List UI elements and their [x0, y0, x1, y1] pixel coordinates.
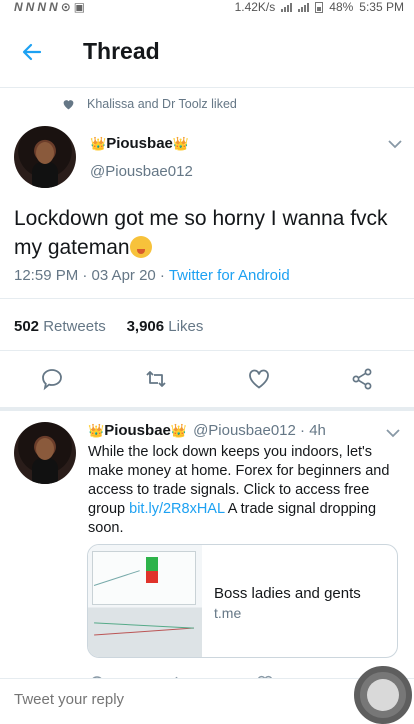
avatar[interactable]	[14, 422, 76, 484]
crown-emoji: 👑	[88, 422, 105, 438]
card-title: Boss ladies and gents	[214, 585, 361, 602]
assistive-touch-button[interactable]	[354, 666, 412, 724]
social-context[interactable]: Khalissa and Dr Toolz liked	[62, 97, 237, 111]
display-name: Piousbae	[104, 422, 171, 439]
reply-author-row[interactable]: 👑 Piousbae 👑 @Piousbae012 · 4h	[88, 422, 326, 439]
card-thumbnail	[88, 545, 202, 657]
author-handle[interactable]: @Piousbae012	[90, 163, 193, 180]
retweet-icon[interactable]	[144, 367, 168, 391]
emoji-icon	[129, 236, 152, 258]
network-icon: N	[25, 0, 35, 14]
reply-link[interactable]: bit.ly/2R8xHAL	[129, 501, 224, 517]
tweet-meta: 12:59 PM · 03 Apr 20 · Twitter for Andro…	[14, 267, 290, 284]
heart-icon	[63, 100, 74, 110]
reply-composer	[0, 678, 414, 720]
battery-icon	[315, 1, 324, 13]
crown-emoji: 👑	[90, 135, 107, 151]
reply-icon[interactable]	[40, 367, 64, 391]
network-icon: N	[37, 0, 47, 14]
network-speed: 1.42K/s	[234, 0, 276, 14]
clock: 5:35 PM	[359, 0, 404, 14]
handle-time: @Piousbae012 · 4h	[193, 422, 326, 439]
app-bar: Thread	[0, 14, 414, 88]
back-arrow-icon[interactable]	[20, 40, 44, 64]
tweet-actions	[0, 367, 414, 391]
network-indicators: N N N N ⊙ ▣	[14, 0, 85, 14]
battery-level: 48%	[329, 0, 354, 14]
divider	[0, 407, 414, 411]
signal-icon	[298, 2, 310, 12]
chart-screen-image	[92, 551, 196, 605]
avatar[interactable]	[14, 126, 76, 188]
gallery-icon: ▣	[73, 0, 86, 14]
status-bar: N N N N ⊙ ▣ 1.42K/s 48% 5:35 PM	[0, 0, 414, 14]
share-icon[interactable]	[350, 367, 374, 391]
chart-line	[94, 627, 194, 636]
divider	[0, 298, 414, 299]
chart-green-bar	[146, 557, 158, 571]
signal-icon	[281, 2, 293, 12]
author-name[interactable]: 👑 Piousbae 👑	[90, 135, 189, 152]
wifi-icon: ⊙	[60, 0, 71, 14]
reply-tweet-text: While the lock down keeps you indoors, l…	[88, 443, 394, 538]
chart-line	[94, 622, 194, 629]
crown-emoji: 👑	[172, 135, 190, 151]
tweet-text: Lockdown got me so horny I wanna fvck my…	[14, 204, 404, 262]
network-icon: N	[14, 0, 23, 14]
tweet-timestamp: 12:59 PM · 03 Apr 20 ·	[14, 267, 169, 284]
tweet-stats: 502 Retweets 3,906 Likes	[14, 318, 203, 335]
reply-input[interactable]	[14, 691, 314, 708]
likes-label: Likes	[168, 318, 204, 335]
status-right: 1.42K/s 48% 5:35 PM	[235, 0, 404, 14]
tweet-body: Lockdown got me so horny I wanna fvck my…	[14, 207, 388, 259]
tweet-source-link[interactable]: Twitter for Android	[169, 267, 290, 284]
likes-stat[interactable]: 3,906 Likes	[127, 318, 204, 335]
network-icon: N	[49, 0, 58, 14]
chart-red-bar	[146, 571, 158, 583]
social-context-label: Khalissa and Dr Toolz liked	[87, 97, 237, 111]
display-name: Piousbae	[106, 135, 173, 152]
chevron-down-icon[interactable]	[388, 139, 402, 149]
divider	[0, 350, 414, 351]
retweets-count: 502	[14, 318, 40, 335]
link-card[interactable]: Boss ladies and gents t.me	[87, 544, 398, 658]
likes-count: 3,906	[126, 318, 165, 335]
retweets-stat[interactable]: 502 Retweets	[14, 318, 106, 335]
retweets-label: Retweets	[43, 318, 106, 335]
page-title: Thread	[83, 38, 160, 64]
card-domain: t.me	[214, 605, 242, 621]
chevron-down-icon[interactable]	[386, 428, 400, 438]
like-icon[interactable]	[247, 367, 271, 391]
crown-emoji: 👑	[170, 422, 188, 438]
